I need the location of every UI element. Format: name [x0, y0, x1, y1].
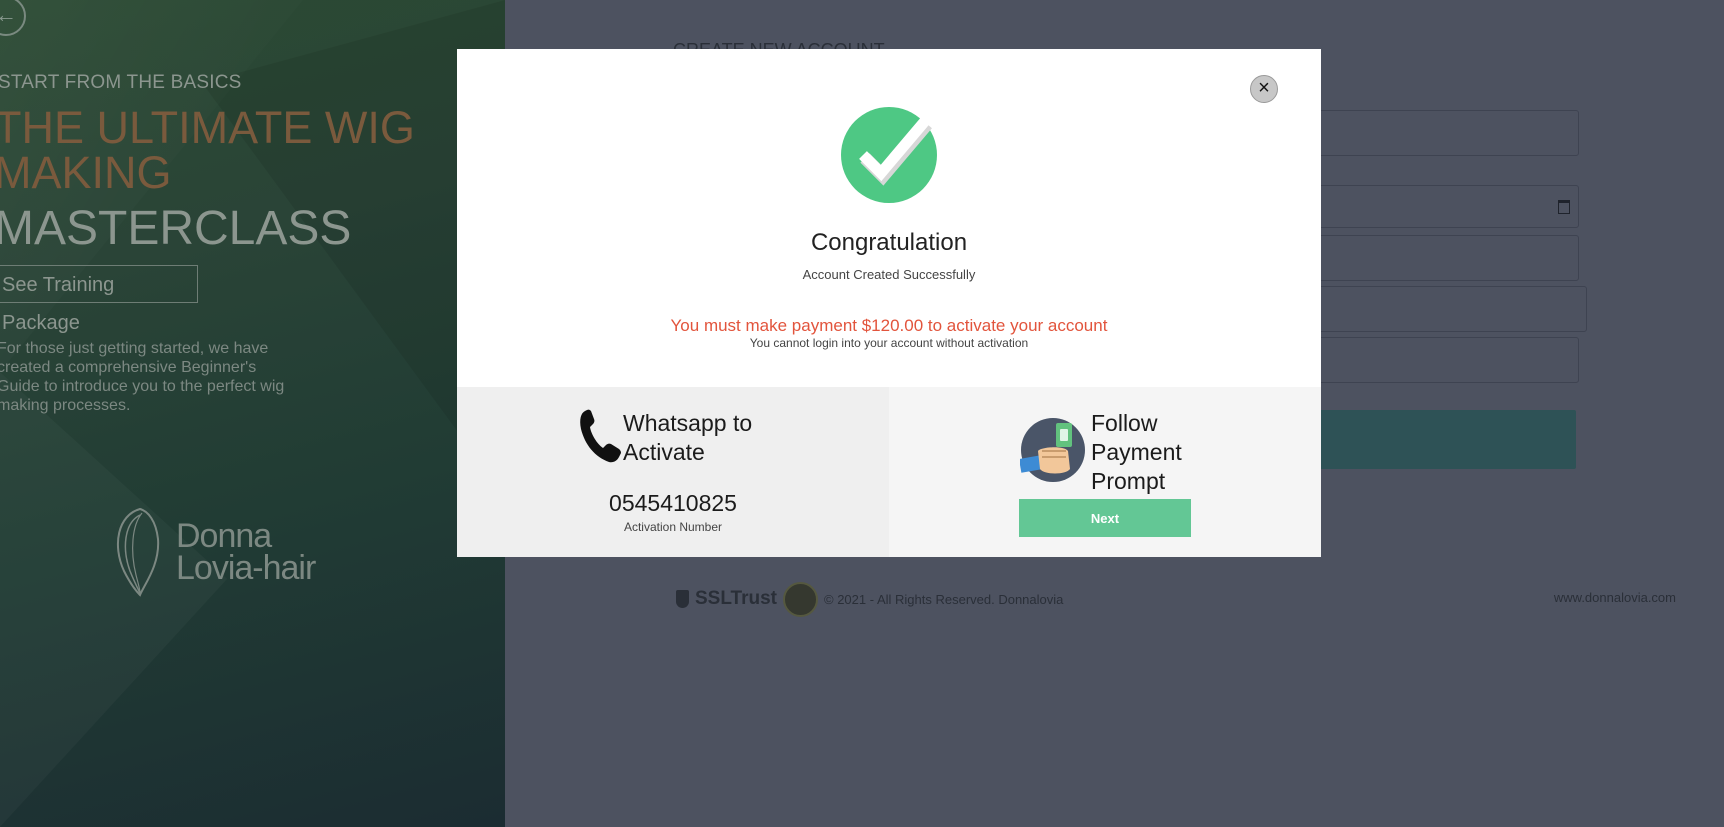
security-seal-icon — [783, 581, 818, 617]
calendar-icon[interactable] — [1558, 200, 1570, 214]
shield-icon — [676, 590, 689, 608]
form-field[interactable] — [1299, 110, 1579, 156]
activation-number: 0545410825 — [609, 490, 737, 516]
footer: SSLTrust © 2021 - All Rights Reserved. D… — [676, 581, 1064, 617]
payment-prompt-label: Follow Payment Prompt — [1091, 409, 1182, 496]
form-field[interactable] — [1299, 337, 1579, 383]
whatsapp-label: Whatsapp to Activate — [623, 409, 752, 467]
modal-title: Congratulation — [810, 229, 968, 256]
left-hero-panel: ← START FROM THE BASICS THE ULTIMATE WIG… — [0, 0, 505, 827]
hero-description: For those just getting started, we have … — [0, 340, 285, 414]
payment-label-line1: Follow — [1091, 410, 1158, 436]
copyright-text: © 2021 - All Rights Reserved. Donnalovia — [824, 591, 1064, 607]
date-field[interactable] — [1299, 185, 1579, 228]
submit-button[interactable] — [1280, 410, 1576, 469]
ssltrust-badge: SSLTrust — [676, 588, 777, 610]
hero-eyebrow: START FROM THE BASICS — [0, 72, 242, 93]
hero-title-line1: THE ULTIMATE WIG — [0, 102, 415, 153]
phone-icon — [580, 409, 621, 463]
whatsapp-label-line2: Activate — [623, 439, 705, 465]
hero-title: THE ULTIMATE WIG MAKING — [0, 105, 415, 195]
modal-subtitle: Account Created Successfully — [802, 267, 976, 282]
donna-lovia-logo: Donna Lovia-hair — [110, 505, 330, 597]
whatsapp-activate-card[interactable]: Whatsapp to Activate 0545410825 Activati… — [457, 387, 889, 557]
activation-note: You cannot login into your account witho… — [749, 336, 1029, 350]
money-hand-icon — [1020, 418, 1085, 482]
logo-text-line2: Lovia-hair — [176, 549, 316, 587]
website-link[interactable]: www.donnalovia.com — [1554, 590, 1676, 605]
logo-text-line1: Donna — [176, 517, 272, 555]
whatsapp-label-line1: Whatsapp to — [623, 410, 753, 436]
payment-warning: You must make payment $120.00 to activat… — [670, 316, 1108, 335]
hero-title-line2: MAKING — [0, 147, 172, 198]
success-modal: × Congratulation Account Created Success… — [457, 49, 1321, 557]
form-field[interactable] — [1299, 286, 1587, 332]
hero-title-line3: MASTERCLASS — [0, 202, 352, 255]
logo-text: Donna Lovia-hair — [176, 517, 316, 587]
form-field[interactable] — [1299, 235, 1579, 281]
see-training-package-button[interactable]: See Training Package — [0, 265, 198, 334]
logo-mark-icon — [117, 507, 160, 597]
activation-number-label: Activation Number — [623, 520, 723, 534]
success-check-icon — [841, 107, 937, 203]
payment-label-line3: Prompt — [1091, 468, 1166, 494]
payment-prompt-card: Follow Payment Prompt Next — [889, 387, 1321, 557]
next-button[interactable]: Next — [1019, 499, 1191, 537]
close-icon[interactable]: × — [1250, 75, 1278, 103]
payment-label-line2: Payment — [1091, 439, 1182, 465]
ssltrust-label: SSLTrust — [695, 588, 777, 609]
